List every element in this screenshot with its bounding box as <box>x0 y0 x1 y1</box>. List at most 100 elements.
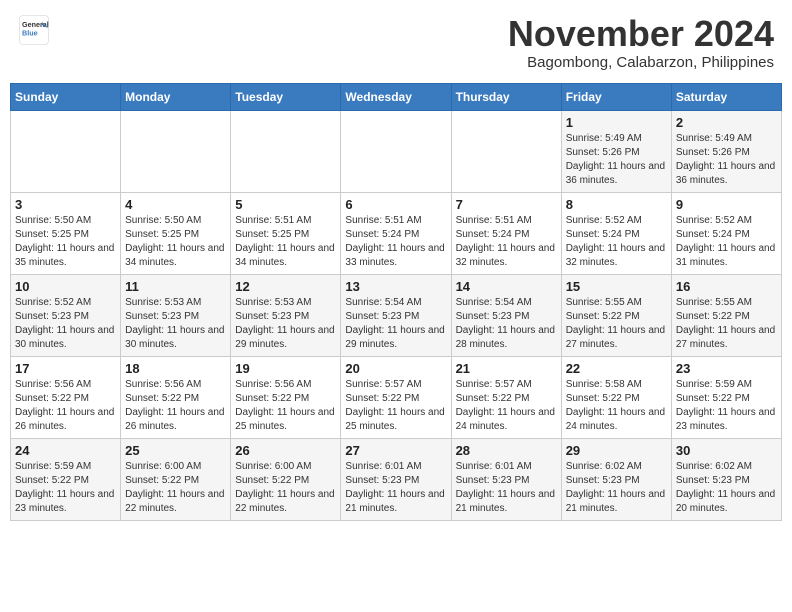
week-row-1: 1 Sunrise: 5:49 AM Sunset: 5:26 PM Daylig… <box>11 110 782 192</box>
day-info: Sunrise: 5:51 AM Sunset: 5:24 PM Dayligh… <box>456 214 557 270</box>
day-info: Sunrise: 5:54 AM Sunset: 5:23 PM Dayligh… <box>456 296 557 352</box>
calendar-cell: 8Sunrise: 5:52 AM Sunset: 5:24 PM Daylig… <box>561 192 671 274</box>
day-info: Sunrise: 5:52 AM Sunset: 5:23 PM Dayligh… <box>15 296 116 352</box>
day-info: Sunrise: 6:00 AM Sunset: 5:22 PM Dayligh… <box>235 460 336 516</box>
calendar-cell <box>11 110 121 192</box>
calendar-cell: 30 Sunrise: 6:02 AM Sunset: 5:23 PM Dayli… <box>671 438 781 520</box>
day-info: Sunrise: 5:56 AM Sunset: 5:22 PM Dayligh… <box>235 378 336 434</box>
day-number: 11 <box>125 279 226 294</box>
day-info: Sunrise: 6:01 AM Sunset: 5:23 PM Dayligh… <box>456 460 557 516</box>
weekday-header-row: SundayMondayTuesdayWednesdayThursdayFrid… <box>11 83 782 110</box>
day-number: 22 <box>566 361 667 376</box>
month-title: November 2024 <box>508 14 774 54</box>
day-number: 27 <box>345 443 446 458</box>
day-number: 21 <box>456 361 557 376</box>
day-info: Sunrise: 5:58 AM Sunset: 5:22 PM Dayligh… <box>566 378 667 434</box>
day-number: 1 <box>566 115 667 130</box>
calendar-cell: 4 Sunrise: 5:50 AM Sunset: 5:25 PM Daylig… <box>121 192 231 274</box>
calendar-cell: 17Sunrise: 5:56 AM Sunset: 5:22 PM Dayli… <box>11 356 121 438</box>
calendar-cell: 2 Sunrise: 5:49 AM Sunset: 5:26 PM Daylig… <box>671 110 781 192</box>
day-number: 3 <box>15 197 116 212</box>
calendar-cell <box>231 110 341 192</box>
calendar-cell: 6Sunrise: 5:51 AM Sunset: 5:24 PM Daylig… <box>341 192 451 274</box>
day-info: Sunrise: 5:59 AM Sunset: 5:22 PM Dayligh… <box>676 378 777 434</box>
day-number: 19 <box>235 361 336 376</box>
day-number: 18 <box>125 361 226 376</box>
day-number: 14 <box>456 279 557 294</box>
calendar-cell: 15 Sunrise: 5:55 AM Sunset: 5:22 PM Dayli… <box>561 274 671 356</box>
day-number: 9 <box>676 197 777 212</box>
day-info: Sunrise: 5:57 AM Sunset: 5:22 PM Dayligh… <box>456 378 557 434</box>
calendar-cell: 16 Sunrise: 5:55 AM Sunset: 5:22 PM Dayli… <box>671 274 781 356</box>
day-number: 2 <box>676 115 777 130</box>
day-info: Sunrise: 5:56 AM Sunset: 5:22 PM Dayligh… <box>15 378 116 434</box>
day-number: 29 <box>566 443 667 458</box>
day-info: Sunrise: 6:02 AM Sunset: 5:23 PM Dayligh… <box>566 460 667 516</box>
day-number: 12 <box>235 279 336 294</box>
day-number: 7 <box>456 197 557 212</box>
calendar-cell: 19 Sunrise: 5:56 AM Sunset: 5:22 PM Dayli… <box>231 356 341 438</box>
calendar-cell: 12 Sunrise: 5:53 AM Sunset: 5:23 PM Dayli… <box>231 274 341 356</box>
calendar-cell: 3 Sunrise: 5:50 AM Sunset: 5:25 PM Daylig… <box>11 192 121 274</box>
day-number: 15 <box>566 279 667 294</box>
day-info: Sunrise: 5:53 AM Sunset: 5:23 PM Dayligh… <box>235 296 336 352</box>
day-number: 24 <box>15 443 116 458</box>
weekday-header-monday: Monday <box>121 83 231 110</box>
calendar-cell: 7 Sunrise: 5:51 AM Sunset: 5:24 PM Daylig… <box>451 192 561 274</box>
calendar-cell <box>451 110 561 192</box>
calendar-cell: 25 Sunrise: 6:00 AM Sunset: 5:22 PM Dayli… <box>121 438 231 520</box>
day-info: Sunrise: 6:01 AM Sunset: 5:23 PM Dayligh… <box>345 460 446 516</box>
svg-text:General: General <box>22 20 49 29</box>
day-number: 28 <box>456 443 557 458</box>
day-info: Sunrise: 5:50 AM Sunset: 5:25 PM Dayligh… <box>125 214 226 270</box>
day-number: 4 <box>125 197 226 212</box>
day-number: 5 <box>235 197 336 212</box>
day-number: 10 <box>15 279 116 294</box>
day-info: Sunrise: 5:57 AM Sunset: 5:22 PM Dayligh… <box>345 378 446 434</box>
day-info: Sunrise: 5:53 AM Sunset: 5:23 PM Dayligh… <box>125 296 226 352</box>
day-number: 23 <box>676 361 777 376</box>
day-info: Sunrise: 5:51 AM Sunset: 5:25 PM Dayligh… <box>235 214 336 270</box>
location: Bagombong, Calabarzon, Philippines <box>508 54 774 71</box>
weekday-header-thursday: Thursday <box>451 83 561 110</box>
day-info: Sunrise: 5:52 AM Sunset: 5:24 PM Dayligh… <box>566 214 667 270</box>
weekday-header-friday: Friday <box>561 83 671 110</box>
weekday-header-tuesday: Tuesday <box>231 83 341 110</box>
calendar-cell: 29 Sunrise: 6:02 AM Sunset: 5:23 PM Dayli… <box>561 438 671 520</box>
svg-text:Blue: Blue <box>22 29 38 38</box>
day-number: 30 <box>676 443 777 458</box>
day-info: Sunrise: 6:02 AM Sunset: 5:23 PM Dayligh… <box>676 460 777 516</box>
calendar-cell: 26Sunrise: 6:00 AM Sunset: 5:22 PM Dayli… <box>231 438 341 520</box>
calendar-cell: 21 Sunrise: 5:57 AM Sunset: 5:22 PM Dayli… <box>451 356 561 438</box>
calendar-cell <box>121 110 231 192</box>
calendar-cell: 28 Sunrise: 6:01 AM Sunset: 5:23 PM Dayli… <box>451 438 561 520</box>
calendar-cell: 22 Sunrise: 5:58 AM Sunset: 5:22 PM Dayli… <box>561 356 671 438</box>
day-number: 16 <box>676 279 777 294</box>
calendar-cell: 1Sunrise: 5:49 AM Sunset: 5:26 PM Daylig… <box>561 110 671 192</box>
day-info: Sunrise: 5:59 AM Sunset: 5:22 PM Dayligh… <box>15 460 116 516</box>
day-number: 13 <box>345 279 446 294</box>
week-row-3: 10 Sunrise: 5:52 AM Sunset: 5:23 PM Dayli… <box>11 274 782 356</box>
day-info: Sunrise: 6:00 AM Sunset: 5:22 PM Dayligh… <box>125 460 226 516</box>
calendar-table: SundayMondayTuesdayWednesdayThursdayFrid… <box>10 83 782 521</box>
day-info: Sunrise: 5:49 AM Sunset: 5:26 PM Dayligh… <box>676 132 777 188</box>
weekday-header-wednesday: Wednesday <box>341 83 451 110</box>
calendar-cell: 27 Sunrise: 6:01 AM Sunset: 5:23 PM Dayli… <box>341 438 451 520</box>
calendar-body: 1 Sunrise: 5:49 AM Sunset: 5:26 PM Daylig… <box>11 110 782 520</box>
weekday-header-sunday: Sunday <box>11 83 121 110</box>
calendar-cell: 24 Sunrise: 5:59 AM Sunset: 5:22 PM Dayli… <box>11 438 121 520</box>
day-number: 25 <box>125 443 226 458</box>
calendar-cell <box>341 110 451 192</box>
calendar-cell: 13 Sunrise: 5:54 AM Sunset: 5:23 PM Dayli… <box>341 274 451 356</box>
page-header: General Blue November 2024 Bagombong, Ca… <box>10 10 782 75</box>
day-info: Sunrise: 5:52 AM Sunset: 5:24 PM Dayligh… <box>676 214 777 270</box>
calendar-cell: 14 Sunrise: 5:54 AM Sunset: 5:23 PM Dayli… <box>451 274 561 356</box>
calendar-cell: 10 Sunrise: 5:52 AM Sunset: 5:23 PM Dayli… <box>11 274 121 356</box>
day-number: 20 <box>345 361 446 376</box>
day-info: Sunrise: 5:54 AM Sunset: 5:23 PM Dayligh… <box>345 296 446 352</box>
day-info: Sunrise: 5:55 AM Sunset: 5:22 PM Dayligh… <box>566 296 667 352</box>
calendar-cell: 5 Sunrise: 5:51 AM Sunset: 5:25 PM Daylig… <box>231 192 341 274</box>
day-info: Sunrise: 5:55 AM Sunset: 5:22 PM Dayligh… <box>676 296 777 352</box>
day-info: Sunrise: 5:50 AM Sunset: 5:25 PM Dayligh… <box>15 214 116 270</box>
calendar-cell: 23 Sunrise: 5:59 AM Sunset: 5:22 PM Dayli… <box>671 356 781 438</box>
